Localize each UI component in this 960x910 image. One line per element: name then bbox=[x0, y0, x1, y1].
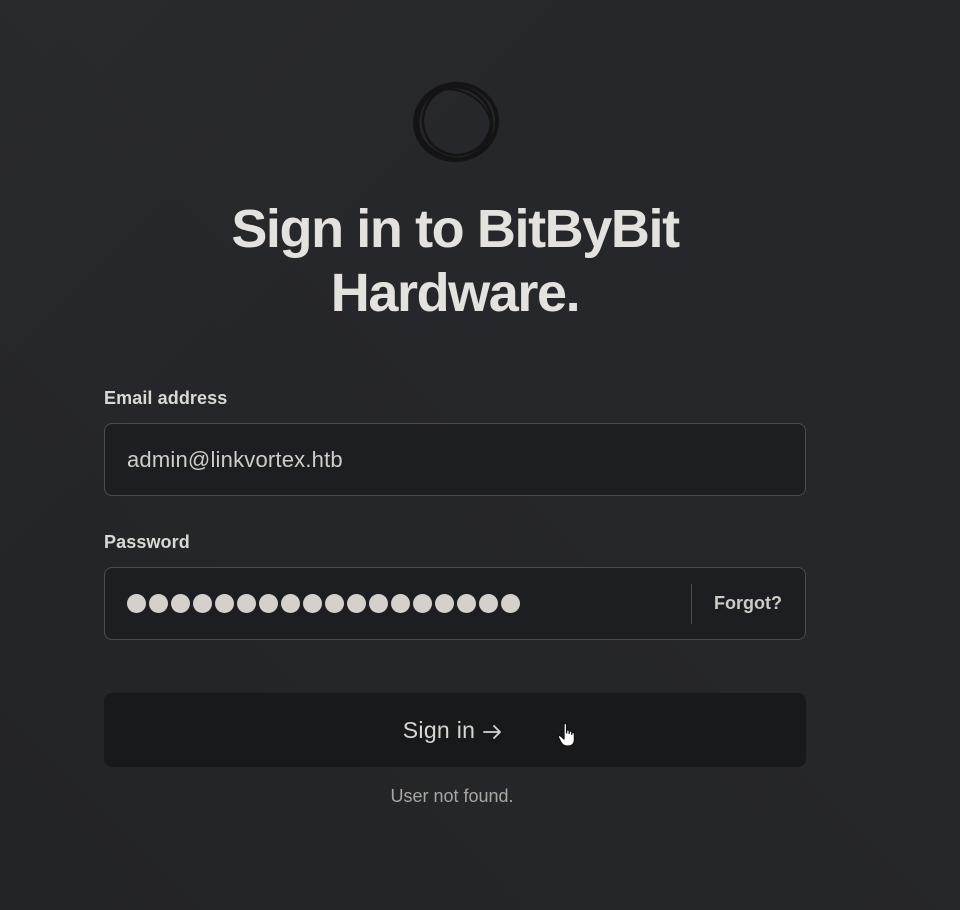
sign-in-label: Sign in bbox=[402, 717, 476, 743]
sign-in-button[interactable]: Sign in bbox=[104, 693, 806, 767]
password-dot bbox=[501, 594, 520, 613]
page-title-line-2: Hardware. bbox=[330, 263, 581, 323]
password-dot bbox=[259, 594, 278, 613]
password-dot bbox=[303, 594, 322, 613]
password-dot bbox=[193, 594, 212, 613]
password-dot bbox=[479, 594, 498, 613]
password-dot bbox=[391, 594, 410, 613]
password-dot bbox=[127, 594, 146, 613]
password-divider bbox=[691, 584, 692, 624]
password-dot bbox=[435, 594, 454, 613]
password-dot bbox=[281, 594, 300, 613]
password-dot bbox=[215, 594, 234, 613]
password-label: Password bbox=[104, 532, 190, 552]
email-field[interactable]: admin@linkvortex.htb bbox=[104, 423, 806, 496]
brand-logo bbox=[413, 81, 499, 163]
password-dot bbox=[237, 594, 256, 613]
forgot-password-link[interactable]: Forgot? bbox=[714, 568, 782, 639]
password-dot bbox=[347, 594, 366, 613]
email-label: Email address bbox=[104, 388, 228, 408]
page-title-line-1: Sign in to BitByBit bbox=[231, 199, 680, 259]
password-mask bbox=[127, 568, 520, 639]
error-message: User not found. bbox=[390, 786, 514, 806]
password-dot bbox=[413, 594, 432, 613]
password-dot bbox=[171, 594, 190, 613]
page-title: Sign in to BitByBit Hardware. bbox=[0, 197, 910, 325]
password-dot bbox=[369, 594, 388, 613]
password-dot bbox=[457, 594, 476, 613]
email-value: admin@linkvortex.htb bbox=[127, 447, 343, 472]
arrow-right-icon bbox=[483, 725, 502, 740]
password-field[interactable]: Forgot? bbox=[104, 567, 806, 640]
password-dot bbox=[325, 594, 344, 613]
password-dot bbox=[149, 594, 168, 613]
